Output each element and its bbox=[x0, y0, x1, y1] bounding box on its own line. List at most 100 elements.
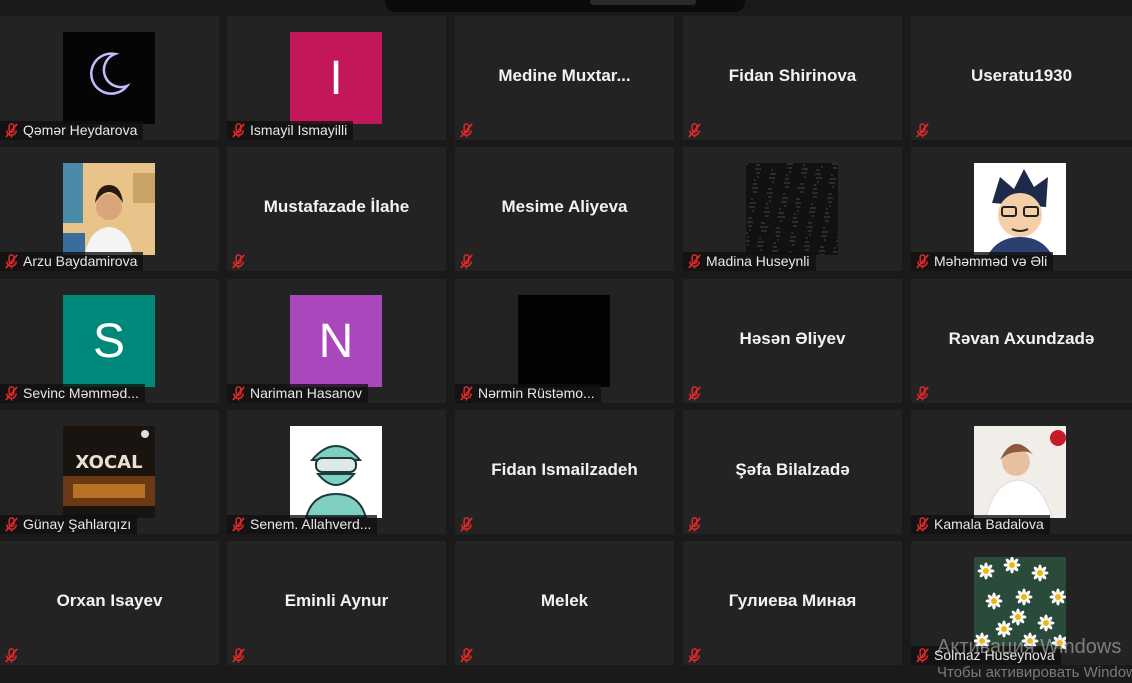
participant-tile[interactable]: Nərmin Rüstəmo... bbox=[455, 279, 674, 403]
participant-label: Günay Şahlarqızı bbox=[0, 515, 138, 534]
participant-tile[interactable]: S Sevinc Məmməd... bbox=[0, 279, 219, 403]
participant-label bbox=[455, 646, 484, 665]
avatar-image bbox=[974, 163, 1066, 255]
mic-muted-icon bbox=[688, 386, 701, 401]
participant-tile[interactable]: Madina Huseynli bbox=[683, 147, 902, 271]
participant-tile[interactable]: Məhəmməd və Əli bbox=[911, 147, 1132, 271]
participant-label: Senem. Allahverd... bbox=[227, 515, 378, 534]
participant-label-text: Nariman Hasanov bbox=[250, 385, 363, 401]
participant-tile[interactable]: N Nariman Hasanov bbox=[227, 279, 446, 403]
mic-muted-icon bbox=[5, 254, 18, 269]
mic-muted-icon bbox=[232, 254, 245, 269]
participant-tile[interactable]: Mustafazade İlahe bbox=[227, 147, 446, 271]
participant-label-text: Qəmər Heydarova bbox=[23, 122, 138, 138]
participant-tile[interactable]: XOCAL Günay Şahlarqızı bbox=[0, 410, 219, 534]
mic-muted-icon bbox=[460, 517, 473, 532]
participant-name: Fidan Ismailzadeh bbox=[491, 460, 638, 479]
participant-name: Şəfa Bilalzadə bbox=[735, 460, 850, 479]
mic-muted-icon bbox=[688, 517, 701, 532]
mic-muted-icon bbox=[232, 386, 245, 401]
participant-tile[interactable]: I Ismayil Ismayilli bbox=[227, 16, 446, 140]
participant-label: Madina Huseynli bbox=[683, 252, 816, 271]
participant-name: Rəvan Axundzadə bbox=[948, 329, 1095, 348]
participant-name: Гулиева Миная bbox=[728, 591, 857, 610]
participant-tile[interactable]: Şəfa Bilalzadə bbox=[683, 410, 902, 534]
participant-tile[interactable]: Fidan Ismailzadeh bbox=[455, 410, 674, 534]
participant-tile[interactable]: Senem. Allahverd... bbox=[227, 410, 446, 534]
participant-label-text: Nərmin Rüstəmo... bbox=[478, 385, 595, 401]
avatar-image bbox=[63, 32, 155, 124]
participant-label-text: Günay Şahlarqızı bbox=[23, 516, 132, 532]
participant-label bbox=[683, 384, 712, 403]
participant-label-text: Senem. Allahverd... bbox=[250, 516, 372, 532]
participant-label bbox=[455, 252, 484, 271]
participant-name: Mesime Aliyeva bbox=[501, 197, 628, 216]
participant-label: Nariman Hasanov bbox=[227, 384, 369, 403]
participant-label bbox=[0, 646, 29, 665]
participant-label-text: Madina Huseynli bbox=[706, 253, 810, 269]
participant-tile[interactable]: Fidan Shirinova bbox=[683, 16, 902, 140]
participant-tile[interactable]: Həsən Əliyev bbox=[683, 279, 902, 403]
avatar-image bbox=[518, 295, 610, 387]
participant-tile[interactable]: Qəmər Heydarova bbox=[0, 16, 219, 140]
participant-label: Arzu Baydamirova bbox=[0, 252, 144, 271]
top-toolbar-handle[interactable] bbox=[385, 0, 745, 12]
participant-label bbox=[455, 515, 484, 534]
mic-muted-icon bbox=[232, 517, 245, 532]
participant-tile[interactable]: Melek bbox=[455, 541, 674, 665]
participant-label bbox=[911, 121, 940, 140]
mic-muted-icon bbox=[460, 254, 473, 269]
windows-activation-watermark: Активация Windows bbox=[937, 636, 1122, 658]
participant-tile[interactable]: Kamala Badalova bbox=[911, 410, 1132, 534]
participant-tile[interactable]: Eminli Aynur bbox=[227, 541, 446, 665]
avatar-initial: S bbox=[63, 295, 155, 387]
participant-label bbox=[227, 646, 256, 665]
participant-label-text: Məhəmməd və Əli bbox=[934, 253, 1048, 269]
avatar-image bbox=[290, 426, 382, 518]
avatar-initial: I bbox=[290, 32, 382, 124]
mic-muted-icon bbox=[916, 254, 929, 269]
participant-label bbox=[683, 646, 712, 665]
participant-tile[interactable]: Medine Muxtar... bbox=[455, 16, 674, 140]
participant-tile[interactable]: Гулиева Миная bbox=[683, 541, 902, 665]
participant-label: Məhəmməd və Əli bbox=[911, 252, 1054, 271]
mic-muted-icon bbox=[916, 386, 929, 401]
participant-tile[interactable]: Arzu Baydamirova bbox=[0, 147, 219, 271]
mic-muted-icon bbox=[5, 123, 18, 138]
participant-name: Eminli Aynur bbox=[284, 591, 389, 610]
participant-name: Mustafazade İlahe bbox=[263, 197, 410, 216]
avatar-image bbox=[63, 163, 155, 255]
participant-label-text: Arzu Baydamirova bbox=[23, 253, 138, 269]
mic-muted-icon bbox=[688, 648, 701, 663]
participant-name: Melek bbox=[540, 591, 589, 610]
participant-label-text: Sevinc Məmməd... bbox=[23, 385, 139, 401]
mic-muted-icon bbox=[5, 517, 18, 532]
mic-muted-icon bbox=[460, 123, 473, 138]
mic-muted-icon bbox=[916, 123, 929, 138]
participant-name: Medine Muxtar... bbox=[498, 66, 631, 85]
participant-label bbox=[683, 121, 712, 140]
participant-label: Sevinc Məmməd... bbox=[0, 384, 145, 403]
participant-label bbox=[455, 121, 484, 140]
avatar-initial: N bbox=[290, 295, 382, 387]
participant-label bbox=[683, 515, 712, 534]
participant-name: Fidan Shirinova bbox=[728, 66, 857, 85]
participant-label-text: Ismayil Ismayilli bbox=[250, 122, 348, 138]
avatar-image: XOCAL bbox=[63, 426, 155, 518]
participant-label: Kamala Badalova bbox=[911, 515, 1050, 534]
participant-tile[interactable]: Orxan Isayev bbox=[0, 541, 219, 665]
participant-name: Həsən Əliyev bbox=[739, 329, 846, 348]
participant-tile[interactable]: Useratu1930 bbox=[911, 16, 1132, 140]
mic-muted-icon bbox=[460, 648, 473, 663]
participant-tile[interactable]: Rəvan Axundzadə bbox=[911, 279, 1132, 403]
participant-name: Useratu1930 bbox=[970, 66, 1073, 85]
participant-label: Qəmər Heydarova bbox=[0, 121, 144, 140]
participant-label: Nərmin Rüstəmo... bbox=[455, 384, 601, 403]
toolbar-pill bbox=[590, 0, 696, 5]
avatar-image bbox=[746, 163, 838, 255]
participant-tile[interactable]: Mesime Aliyeva bbox=[455, 147, 674, 271]
participant-label: Ismayil Ismayilli bbox=[227, 121, 354, 140]
participant-label-text: Kamala Badalova bbox=[934, 516, 1044, 532]
participant-name: Orxan Isayev bbox=[56, 591, 163, 610]
mic-muted-icon bbox=[916, 517, 929, 532]
